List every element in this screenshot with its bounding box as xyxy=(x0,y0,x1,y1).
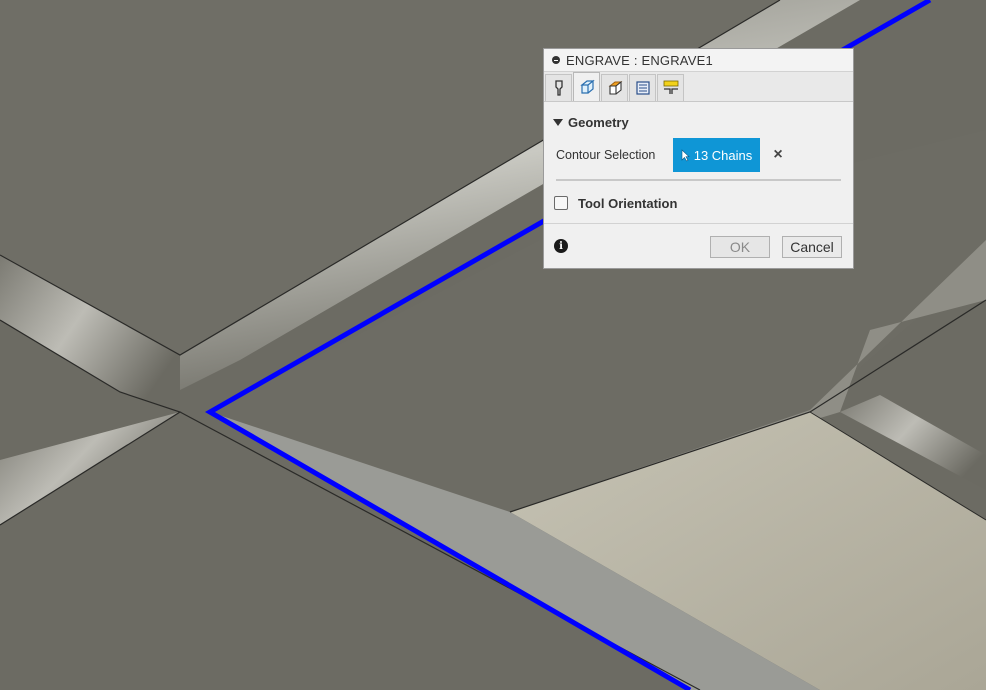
passes-icon xyxy=(635,81,650,95)
collapse-icon[interactable] xyxy=(552,56,560,64)
tab-tool[interactable] xyxy=(545,74,572,101)
dialog-titlebar[interactable]: ENGRAVE : ENGRAVE1 xyxy=(544,49,853,72)
tool-orientation-row[interactable]: Tool Orientation xyxy=(544,193,853,213)
divider xyxy=(556,179,841,181)
dialog-tabs xyxy=(544,72,853,102)
info-icon[interactable]: i xyxy=(554,239,568,253)
tab-heights[interactable] xyxy=(601,74,628,101)
chains-count: 13 Chains xyxy=(693,147,753,163)
contour-selection-label: Contour Selection xyxy=(556,148,656,162)
cursor-arrow-icon xyxy=(681,148,690,161)
tab-passes[interactable] xyxy=(629,74,656,101)
tab-geometry[interactable] xyxy=(573,72,600,101)
tool-icon xyxy=(554,80,563,96)
heights-icon xyxy=(608,80,622,95)
tool-orientation-label: Tool Orientation xyxy=(578,195,678,211)
contour-selection-row: Contour Selection 13 Chains × xyxy=(544,138,853,172)
geometry-icon xyxy=(579,79,595,94)
ok-button[interactable]: OK xyxy=(710,236,770,258)
tool-orientation-checkbox[interactable] xyxy=(554,196,568,210)
clear-selection-icon[interactable]: × xyxy=(770,146,786,164)
cancel-button[interactable]: Cancel xyxy=(782,236,842,258)
tab-linking[interactable] xyxy=(657,74,684,101)
dialog-footer: i OK Cancel xyxy=(544,223,853,268)
linking-icon xyxy=(663,80,678,94)
dialog-title: ENGRAVE : ENGRAVE1 xyxy=(566,52,713,68)
engrave-dialog: ENGRAVE : ENGRAVE1 Geometry Contour Sele… xyxy=(543,48,854,269)
geometry-section-label: Geometry xyxy=(568,114,629,130)
geometry-section-header[interactable]: Geometry xyxy=(544,112,853,132)
chains-selection-button[interactable]: 13 Chains xyxy=(673,138,760,172)
expand-triangle-icon[interactable] xyxy=(553,118,563,126)
